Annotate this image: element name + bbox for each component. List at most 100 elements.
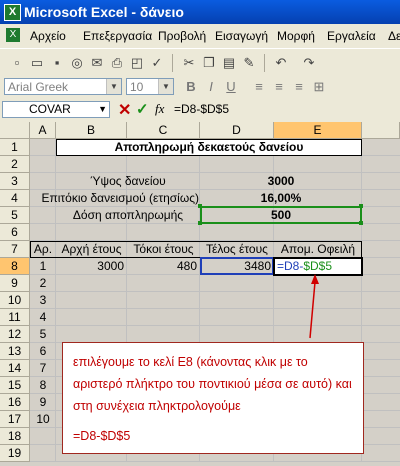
row-number[interactable]: 8: [30, 377, 56, 393]
print-preview-icon[interactable]: ◰: [128, 54, 146, 72]
row-number[interactable]: 3: [30, 292, 56, 308]
cell-e8-formula-ref: $D$5: [303, 259, 333, 273]
row-header[interactable]: 12: [0, 326, 30, 343]
undo-icon[interactable]: ↶: [272, 54, 290, 72]
row-header[interactable]: 9: [0, 275, 30, 292]
column-header-f[interactable]: [362, 122, 400, 139]
window-title: Microsoft Excel - δάνειο: [24, 4, 184, 20]
menu-file[interactable]: Αρχείο: [30, 29, 66, 43]
row-header[interactable]: 14: [0, 360, 30, 377]
permission-icon[interactable]: ◎: [68, 54, 86, 72]
header-end: Τέλος έτους: [206, 242, 268, 256]
new-icon[interactable]: ▫: [8, 54, 26, 72]
underline-button[interactable]: U: [222, 78, 240, 96]
workbook-icon[interactable]: X: [6, 28, 20, 42]
row-header[interactable]: 8: [0, 258, 30, 275]
cell-b8[interactable]: 3000: [56, 258, 124, 274]
row-header[interactable]: 6: [0, 224, 30, 241]
row-header[interactable]: 4: [0, 190, 30, 207]
menu-bar: X Αρχείο Επεξεργασία Προβολή Εισαγωγή Μο…: [0, 24, 400, 48]
redo-icon[interactable]: ↷: [300, 54, 318, 72]
row-header[interactable]: 11: [0, 309, 30, 326]
row-header[interactable]: 19: [0, 445, 30, 462]
cell-c8[interactable]: 480: [127, 258, 197, 274]
name-box[interactable]: COVAR ▼: [2, 101, 110, 118]
formula-bar: COVAR ▼ ✕ ✓ fx =D8-$D$5: [0, 98, 400, 123]
row-header[interactable]: 5: [0, 207, 30, 224]
font-size-value: 10: [130, 80, 144, 94]
row-number[interactable]: 2: [30, 275, 56, 291]
row-header[interactable]: 18: [0, 428, 30, 445]
row-header[interactable]: 10: [0, 292, 30, 309]
header-interest: Τόκοι έτους: [133, 242, 194, 256]
enter-icon[interactable]: ✓: [136, 100, 149, 118]
callout-formula: =D8-$D$5: [73, 429, 131, 443]
bold-button[interactable]: B: [182, 78, 200, 96]
row-header[interactable]: 15: [0, 377, 30, 394]
row-header[interactable]: 13: [0, 343, 30, 360]
align-right-icon[interactable]: ≡: [290, 78, 308, 96]
insert-function-icon[interactable]: fx: [155, 101, 164, 117]
italic-button[interactable]: I: [202, 78, 220, 96]
column-header-c[interactable]: C: [127, 122, 200, 139]
paste-icon[interactable]: ▤: [220, 54, 238, 72]
print-icon[interactable]: ⎙: [108, 54, 126, 72]
column-header-a[interactable]: A: [30, 122, 56, 139]
column-header-d[interactable]: D: [200, 122, 274, 139]
copy-icon[interactable]: ❐: [200, 54, 218, 72]
font-name-value: Arial Greek: [8, 80, 69, 94]
select-all-corner[interactable]: [0, 122, 30, 139]
row-header[interactable]: 3: [0, 173, 30, 190]
column-header-b[interactable]: B: [56, 122, 127, 139]
save-icon[interactable]: ▪: [48, 54, 66, 72]
align-center-icon[interactable]: ≡: [270, 78, 288, 96]
row-header[interactable]: 7: [0, 241, 30, 258]
format-painter-icon[interactable]: ✎: [240, 54, 258, 72]
formula-input[interactable]: =D8-$D$5: [174, 102, 229, 116]
row-header[interactable]: 2: [0, 156, 30, 173]
row-number[interactable]: 1: [30, 258, 56, 274]
menu-data[interactable]: Δεδ: [388, 29, 400, 43]
row-header[interactable]: 1: [0, 139, 30, 156]
chevron-down-icon[interactable]: ▼: [106, 79, 121, 94]
chevron-down-icon[interactable]: ▼: [158, 79, 173, 94]
value-amount[interactable]: 3000: [200, 173, 362, 189]
formatting-toolbar: Arial Greek ▼ 10 ▼ B I U ≡ ≡ ≡ ⊞: [0, 76, 400, 99]
cut-icon[interactable]: ✂: [180, 54, 198, 72]
row-number[interactable]: 4: [30, 309, 56, 325]
font-size-combo[interactable]: 10 ▼: [126, 78, 174, 95]
callout-text: επιλέγουμε το κελί Ε8 (κάνοντας κλικ με …: [73, 355, 352, 413]
menu-edit[interactable]: Επεξεργασία: [83, 29, 152, 43]
standard-toolbar: ▫ ▭ ▪ ◎ ✉ ⎙ ◰ ✓ ✂ ❐ ▤ ✎ ↶ ↷: [0, 48, 400, 78]
title-bar: X Microsoft Excel - δάνειο: [0, 0, 400, 24]
chevron-down-icon[interactable]: ▼: [98, 102, 107, 117]
cancel-icon[interactable]: ✕: [118, 100, 131, 120]
row-number[interactable]: 7: [30, 360, 56, 376]
row-number[interactable]: 10: [30, 411, 56, 427]
header-number: Αρ.: [33, 242, 53, 256]
email-icon[interactable]: ✉: [88, 54, 106, 72]
row-number[interactable]: 6: [30, 343, 56, 359]
value-payment[interactable]: 500: [200, 207, 362, 223]
cell-d8[interactable]: 3480: [200, 258, 271, 274]
excel-app-icon: X: [4, 4, 21, 21]
menu-format[interactable]: Μορφή: [277, 29, 315, 43]
row-header[interactable]: 17: [0, 411, 30, 428]
menu-tools[interactable]: Εργαλεία: [327, 29, 376, 43]
column-header-e[interactable]: E: [274, 122, 362, 139]
merge-center-icon[interactable]: ⊞: [310, 78, 328, 96]
row-number[interactable]: 5: [30, 326, 56, 342]
cell-e8-formula-prefix: =D8-: [277, 259, 304, 273]
row-header[interactable]: 16: [0, 394, 30, 411]
menu-view[interactable]: Προβολή: [158, 29, 206, 43]
instruction-callout: επιλέγουμε το κελί Ε8 (κάνοντας κλικ με …: [62, 342, 364, 454]
label-rate: Επιτόκιο δανεισμού (ετησίως): [41, 191, 199, 205]
spelling-icon[interactable]: ✓: [148, 54, 166, 72]
menu-insert[interactable]: Εισαγωγή: [215, 29, 268, 43]
label-amount: Ύψος δανείου: [90, 174, 166, 188]
align-left-icon[interactable]: ≡: [250, 78, 268, 96]
open-icon[interactable]: ▭: [28, 54, 46, 72]
value-rate[interactable]: 16,00%: [200, 190, 362, 206]
row-number[interactable]: 9: [30, 394, 56, 410]
font-name-combo[interactable]: Arial Greek ▼: [4, 78, 122, 95]
